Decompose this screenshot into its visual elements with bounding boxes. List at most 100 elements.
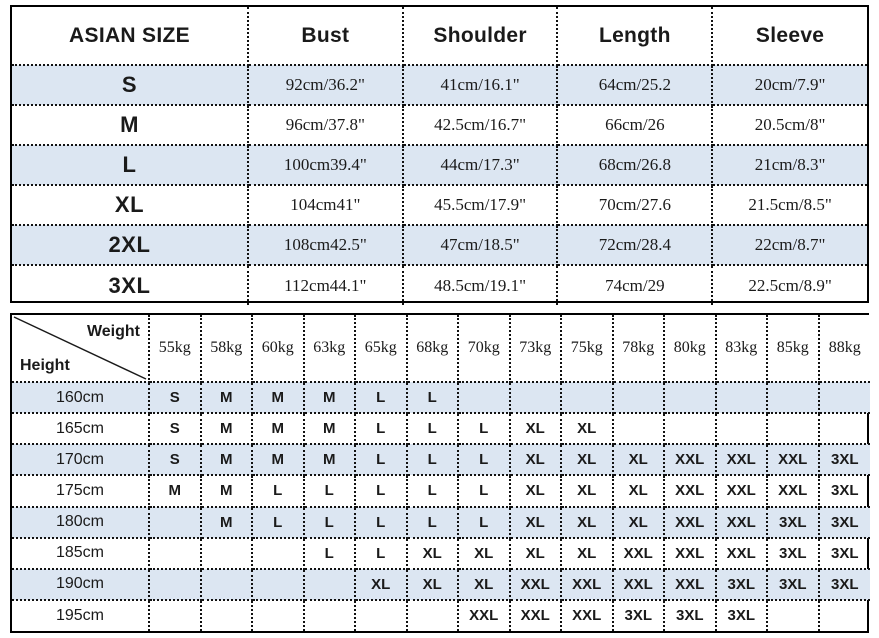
size-label: L: [12, 145, 249, 186]
size-cell: XXL: [767, 444, 820, 477]
size-cell: [149, 599, 202, 631]
size-cell: XL: [509, 444, 562, 477]
header-asian-size: ASIAN SIZE: [12, 7, 249, 66]
size-cell: [355, 599, 408, 631]
size-cell: M: [252, 382, 305, 415]
size-cell: 3XL: [767, 537, 820, 570]
size-cell: L: [406, 413, 459, 446]
size-cell: XXL: [509, 568, 562, 601]
size-cell: [149, 537, 202, 570]
size-cell: L: [303, 506, 356, 539]
size-cell: XXL: [664, 475, 717, 508]
size-cell: [406, 599, 459, 631]
header-sleeve: Sleeve: [712, 7, 867, 66]
size-cell: XL: [458, 568, 511, 601]
weight-column-header: 83kg: [715, 315, 768, 383]
size-label: M: [12, 105, 249, 146]
table-row: 195cm XXL XXL XXL 3XL 3XL 3XL: [12, 599, 870, 631]
size-cell: L: [355, 537, 408, 570]
size-cell: XXL: [767, 475, 820, 508]
size-cell: L: [355, 506, 408, 539]
weight-column-header: 78kg: [612, 315, 665, 383]
weight-column-header: 65kg: [355, 315, 408, 383]
table-row: 165cm S M M M L L L XL XL: [12, 413, 870, 446]
weight-column-header: 85kg: [767, 315, 820, 383]
size-cell: XXL: [715, 506, 768, 539]
size-cell: 3XL: [612, 599, 665, 631]
table-row: 190cm XL XL XL XXL XXL XXL XXL 3XL 3XL 3…: [12, 568, 870, 601]
size-cell: XL: [509, 506, 562, 539]
size-chart-page: ASIAN SIZE Bust Shoulder Length Sleeve S…: [0, 0, 879, 638]
size-cell: XXL: [664, 444, 717, 477]
size-label: S: [12, 65, 249, 106]
size-cell: [303, 568, 356, 601]
size-cell: L: [355, 475, 408, 508]
header-bust: Bust: [247, 7, 404, 66]
size-cell: [767, 413, 820, 446]
size-cell: [818, 413, 870, 446]
size-cell: [612, 413, 665, 446]
size-cell: XL: [561, 506, 614, 539]
size-cell: 3XL: [664, 599, 717, 631]
sleeve-value: 20.5cm/8": [712, 105, 867, 146]
size-cell: XXL: [458, 599, 511, 631]
size-cell: [303, 599, 356, 631]
weight-column-header: 88kg: [818, 315, 870, 383]
height-row-label: 180cm: [12, 506, 150, 539]
size-cell: [252, 599, 305, 631]
sleeve-value: 22cm/8.7": [712, 225, 867, 266]
size-cell: XXL: [561, 568, 614, 601]
weight-column-header: 80kg: [664, 315, 717, 383]
length-value: 74cm/29: [557, 265, 714, 305]
size-cell: XL: [355, 568, 408, 601]
size-cell: XL: [612, 506, 665, 539]
table-row: 180cm M L L L L L XL XL XL XXL XXL 3XL 3…: [12, 506, 870, 539]
table-row: 160cm S M M M L L: [12, 382, 870, 415]
size-cell: M: [252, 444, 305, 477]
sleeve-value: 20cm/7.9": [712, 65, 867, 106]
weight-column-header: 60kg: [252, 315, 305, 383]
shoulder-value: 48.5cm/19.1": [402, 265, 559, 305]
size-cell: XL: [406, 568, 459, 601]
size-cell: XL: [561, 537, 614, 570]
table-row: L 100cm39.4" 44cm/17.3" 68cm/26.8 21cm/8…: [12, 145, 867, 186]
bust-value: 96cm/37.8": [247, 105, 404, 146]
size-cell: XL: [612, 475, 665, 508]
table-row: S 92cm/36.2" 41cm/16.1" 64cm/25.2 20cm/7…: [12, 65, 867, 106]
length-value: 70cm/27.6: [557, 185, 714, 226]
size-cell: 3XL: [818, 537, 870, 570]
size-cell: M: [200, 506, 253, 539]
size-cell: 3XL: [818, 475, 870, 508]
height-row-label: 185cm: [12, 537, 150, 570]
table-row: 185cm L L XL XL XL XL XXL XXL XXL 3XL 3X…: [12, 537, 870, 570]
size-cell: [149, 506, 202, 539]
size-cell: [252, 537, 305, 570]
table-row: M 96cm/37.8" 42.5cm/16.7" 66cm/26 20.5cm…: [12, 105, 867, 146]
size-cell: [200, 537, 253, 570]
size-cell: XL: [458, 537, 511, 570]
size-cell: L: [406, 444, 459, 477]
size-cell: 3XL: [715, 568, 768, 601]
height-row-label: 175cm: [12, 475, 150, 508]
size-cell: XL: [509, 475, 562, 508]
size-cell: XL: [561, 413, 614, 446]
size-cell: XXL: [664, 568, 717, 601]
size-cell: [458, 382, 511, 415]
size-cell: XXL: [664, 506, 717, 539]
size-cell: XL: [509, 413, 562, 446]
size-cell: L: [406, 475, 459, 508]
size-cell: [200, 599, 253, 631]
table-row: XL 104cm41" 45.5cm/17.9" 70cm/27.6 21.5c…: [12, 185, 867, 226]
weight-axis-label: Weight: [86, 323, 140, 340]
height-row-label: 190cm: [12, 568, 150, 601]
height-weight-table-container: Weight Height 55kg 58kg 60kg 63kg 65kg 6…: [10, 313, 870, 633]
size-cell: L: [252, 475, 305, 508]
length-value: 64cm/25.2: [557, 65, 714, 106]
size-cell: M: [200, 413, 253, 446]
weight-column-header: 70kg: [458, 315, 511, 383]
size-cell: M: [149, 475, 202, 508]
weight-column-header: 63kg: [303, 315, 356, 383]
size-cell: M: [303, 444, 356, 477]
size-label: 3XL: [12, 265, 249, 305]
size-cell: M: [252, 413, 305, 446]
